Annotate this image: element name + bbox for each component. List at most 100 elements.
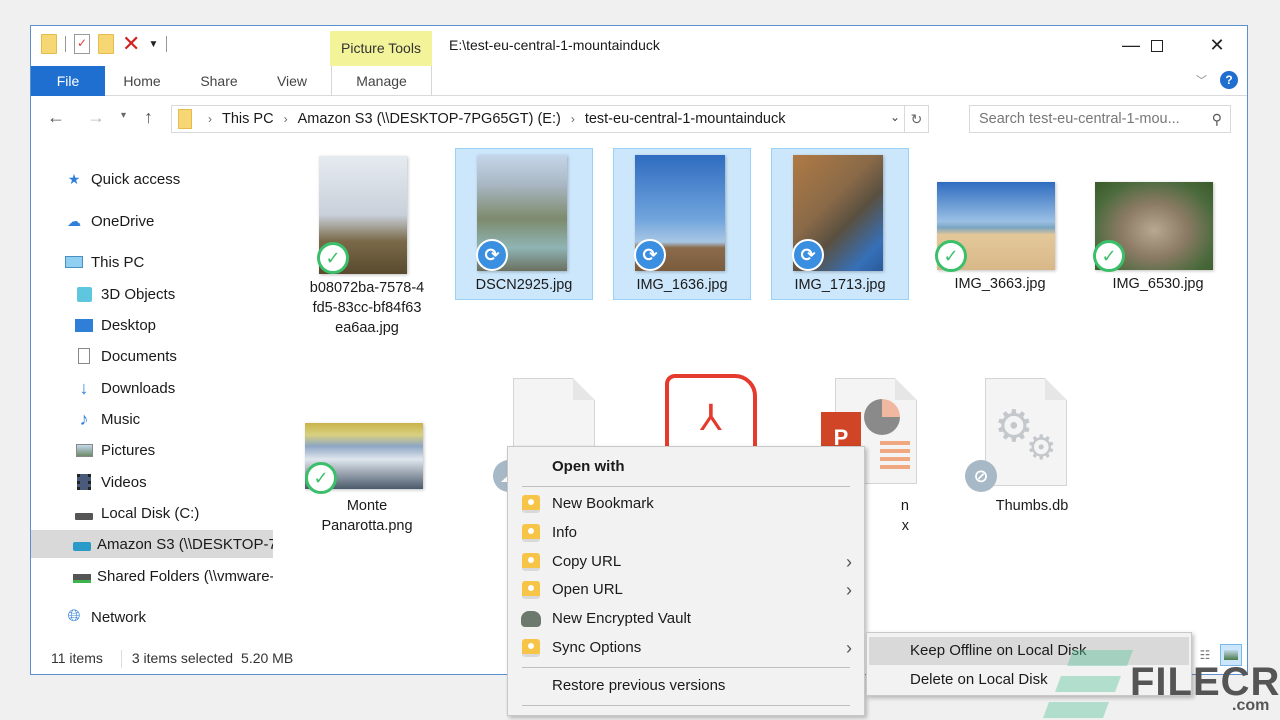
refresh-button[interactable]: ↻ <box>904 106 928 132</box>
tab-manage[interactable]: Manage <box>331 66 432 96</box>
search-icon[interactable]: ⚲ <box>1212 106 1222 132</box>
menu-item-copy-url[interactable]: Copy URL › <box>508 548 864 576</box>
breadcrumb-separator[interactable]: › <box>571 112 575 126</box>
sidebar-item-label: Amazon S3 (\\DESKTOP-7PG65GT) (E:) <box>97 535 273 553</box>
new-folder-icon[interactable] <box>98 34 114 54</box>
gear-icon: ⚙ <box>1026 429 1057 467</box>
synced-badge-icon: ✓ <box>305 462 337 494</box>
breadcrumb-separator[interactable]: › <box>284 112 288 126</box>
sidebar-item-videos[interactable]: Videos <box>31 468 273 496</box>
syncing-badge-icon: ⟳ <box>634 239 666 271</box>
sidebar-item-music[interactable]: ♪ Music <box>31 405 273 433</box>
file-item[interactable]: ⟳ IMG_1713.jpg <box>771 148 909 300</box>
network-drive-icon <box>73 567 91 585</box>
sidebar-item-desktop[interactable]: Desktop <box>31 311 273 339</box>
sidebar-item-shared-folders[interactable]: Shared Folders (\\vmware-host) (Z:) <box>31 562 273 590</box>
sidebar-item-downloads[interactable]: ↓ Downloads <box>31 374 273 402</box>
watermark-stripe <box>1055 676 1121 692</box>
videos-icon <box>73 473 95 491</box>
drive-icon <box>73 504 95 522</box>
help-icon[interactable]: ? <box>1220 71 1238 89</box>
address-dropdown-icon[interactable]: ⌄ <box>890 110 900 124</box>
properties-icon[interactable] <box>74 34 90 54</box>
folder-icon <box>178 109 192 129</box>
sidebar-item-label: OneDrive <box>91 212 155 230</box>
expand-ribbon-icon[interactable]: ﹀ <box>1196 72 1207 88</box>
excluded-badge-icon: ⊘ <box>965 460 997 492</box>
search-input[interactable]: Search test-eu-central-1-mou... ⚲ <box>969 105 1231 133</box>
watermark-stripe <box>1067 650 1133 666</box>
folder-icon[interactable] <box>41 34 57 54</box>
file-item[interactable]: ✓ Monte Panarotta.png <box>303 376 431 546</box>
back-button[interactable]: ← <box>47 107 65 128</box>
tab-share[interactable]: Share <box>189 66 249 96</box>
pictures-icon <box>73 441 95 459</box>
recent-locations-button[interactable]: ▾ <box>121 110 126 121</box>
network-drive-icon <box>73 535 91 553</box>
close-button[interactable]: ✕ <box>1193 30 1241 60</box>
sidebar-item-this-pc[interactable]: This PC <box>31 248 273 276</box>
tab-file[interactable]: File <box>31 66 105 96</box>
delete-icon[interactable]: ✕ <box>122 33 140 55</box>
maximize-icon <box>1151 40 1163 53</box>
sidebar-item-amazon-s3[interactable]: Amazon S3 (\\DESKTOP-7PG65GT) (E:) <box>31 530 273 558</box>
file-item[interactable]: ⚙ ⚙ ⊘ Thumbs.db <box>963 376 1101 526</box>
title-bar: ✕ ▼ Picture Tools E:\test-eu-central-1-m… <box>31 26 1247 66</box>
file-item[interactable]: ⟳ IMG_1636.jpg <box>613 148 751 300</box>
acrobat-icon: ⅄ <box>700 397 722 438</box>
file-name: Monte Panarotta.png <box>321 498 413 534</box>
breadcrumb-separator[interactable]: › <box>208 112 212 126</box>
sidebar-item-network[interactable]: 🌐︎ Network <box>31 603 273 631</box>
menu-item-info[interactable]: Info <box>508 519 864 547</box>
menu-item-open-url[interactable]: Open URL › <box>508 576 864 604</box>
breadcrumb-current-folder[interactable]: test-eu-central-1-mountainduck <box>585 111 786 127</box>
vault-icon <box>521 611 541 627</box>
ribbon-tabs: File Home Share View Manage ﹀ ? <box>31 66 1247 96</box>
desktop-icon <box>73 316 95 334</box>
menu-item-restore-previous-versions[interactable]: Restore previous versions <box>508 672 864 700</box>
sidebar-item-3d-objects[interactable]: 3D Objects <box>31 280 273 308</box>
status-bar: 11 items 3 items selected 5.20 MB <box>51 650 293 668</box>
tab-home[interactable]: Home <box>111 66 173 96</box>
sidebar-item-local-disk[interactable]: Local Disk (C:) <box>31 499 273 527</box>
menu-item-new-bookmark[interactable]: New Bookmark <box>508 490 864 518</box>
quick-access-toolbar: ✕ ▼ <box>41 33 168 55</box>
sidebar-item-label: Downloads <box>101 379 176 397</box>
mountainduck-icon <box>522 581 540 599</box>
status-divider <box>120 650 122 668</box>
file-item[interactable]: ✓ b08072ba-7578-4 fd5-83cc-bf84f63 ea6aa.j… <box>303 154 431 344</box>
window-title: E:\test-eu-central-1-mountainduck <box>449 37 660 53</box>
customize-dropdown-icon[interactable]: ▼ <box>148 39 158 50</box>
sidebar-item-label: This PC <box>91 253 145 271</box>
file-item[interactable]: ⟳ DSCN2925.jpg <box>455 148 593 300</box>
maximize-button[interactable] <box>1133 30 1181 60</box>
sidebar-item-onedrive[interactable]: ☁ OneDrive <box>31 207 273 235</box>
file-name: DSCN2925.jpg <box>475 277 573 293</box>
menu-separator <box>522 705 850 706</box>
watermark-stripe <box>1043 702 1109 718</box>
sidebar-item-quick-access[interactable]: ★ Quick access <box>31 165 273 193</box>
sidebar-item-label: 3D Objects <box>101 285 176 303</box>
mountainduck-icon <box>522 553 540 571</box>
menu-item-new-encrypted-vault[interactable]: New Encrypted Vault <box>508 605 864 633</box>
cube-icon <box>73 285 95 303</box>
breadcrumb-amazon-s3[interactable]: Amazon S3 (\\DESKTOP-7PG65GT) (E:) <box>298 111 561 127</box>
address-bar[interactable]: › This PC › Amazon S3 (\\DESKTOP-7PG65GT… <box>171 105 929 133</box>
menu-item-sync-options[interactable]: Sync Options › <box>508 634 864 662</box>
sidebar-item-documents[interactable]: Documents <box>31 342 273 370</box>
sidebar-item-pictures[interactable]: Pictures <box>31 436 273 464</box>
breadcrumb-this-pc[interactable]: This PC <box>222 111 274 127</box>
up-button[interactable]: ↑ <box>144 107 153 128</box>
menu-item-open-with[interactable]: Open with <box>508 453 864 481</box>
picture-tools-header: Picture Tools <box>330 31 432 66</box>
file-item[interactable]: ✓ IMG_3663.jpg <box>931 148 1069 300</box>
file-item[interactable]: ✓ IMG_6530.jpg <box>1089 148 1227 300</box>
lines-icon <box>880 441 910 445</box>
tab-view[interactable]: View <box>267 66 317 96</box>
forward-button[interactable]: → <box>87 107 105 128</box>
chevron-right-icon: › <box>846 552 852 572</box>
navigation-bar: ← → ▾ ↑ › This PC › Amazon S3 (\\DESKTOP… <box>31 102 1247 136</box>
sidebar-item-label: Pictures <box>101 441 156 459</box>
file-name: b08072ba-7578-4 fd5-83cc-bf84f63 ea6aa.jpg <box>309 280 425 336</box>
document-icon <box>73 347 95 365</box>
